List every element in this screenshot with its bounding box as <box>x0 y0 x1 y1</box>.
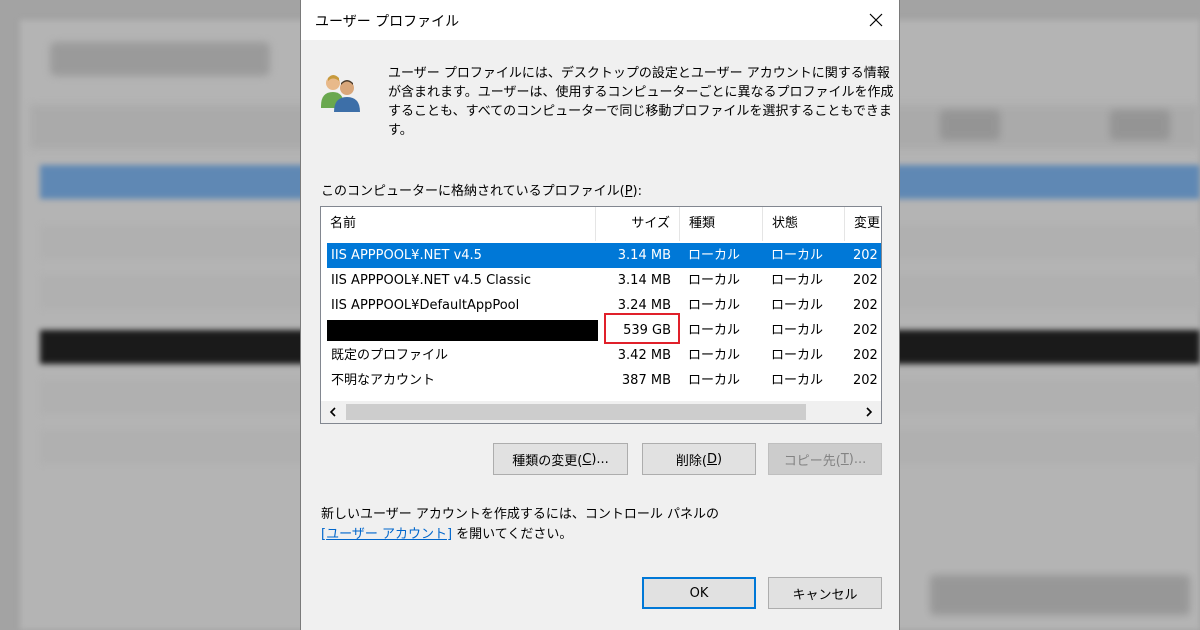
row-modified: 202 <box>853 298 878 313</box>
cancel-button[interactable]: キャンセル <box>768 577 882 609</box>
dialog-title: ユーザー プロファイル <box>315 14 460 30</box>
column-header-name[interactable]: 名前 <box>321 207 596 241</box>
table-row[interactable]: IIS APPPOOL¥.NET v4.5 Classic 3.14 MB ロー… <box>327 268 881 293</box>
change-type-button[interactable]: 種類の変更(C)... <box>493 443 628 475</box>
delete-accesskey: D <box>706 451 717 467</box>
size-highlight-annotation <box>604 313 680 344</box>
row-size: 387 MB <box>621 373 671 388</box>
row-modified: 202 <box>853 373 878 388</box>
profiles-list-label: このコンピューターに格納されているプロファイル(P): <box>321 180 642 199</box>
users-icon <box>321 75 360 112</box>
scroll-left-button[interactable] <box>323 401 343 423</box>
list-label-accesskey: P <box>624 184 633 199</box>
table-row[interactable]: 不明なアカウント 387 MB ローカル ローカル 202 <box>327 368 881 393</box>
background-block <box>930 575 1190 615</box>
column-header-type[interactable]: 種類 <box>680 207 763 241</box>
user-profiles-dialog: ユーザー プロファイル ユーザー プロファイルには、デスクトップの設定とユーザー… <box>300 0 900 630</box>
ok-button[interactable]: OK <box>642 577 756 609</box>
listview-header: 名前 サイズ 種類 状態 変更 <box>321 207 881 241</box>
change-type-accesskey: C <box>582 451 592 467</box>
background-title <box>50 42 270 76</box>
row-status: ローカル <box>771 248 824 263</box>
row-modified: 202 <box>853 248 878 263</box>
scroll-right-button[interactable] <box>859 401 879 423</box>
background-block <box>1110 110 1170 140</box>
copy-to-suffix: )... <box>848 451 867 467</box>
delete-button[interactable]: 削除(D) <box>642 443 756 475</box>
table-row[interactable]: 既定のプロファイル 3.42 MB ローカル ローカル 202 <box>327 343 881 368</box>
row-modified: 202 <box>853 323 878 338</box>
row-status: ローカル <box>771 273 824 288</box>
column-header-size[interactable]: サイズ <box>596 207 680 241</box>
profiles-listview[interactable]: 名前 サイズ 種類 状態 変更 IIS APPPOOL¥.NET v4.5 3.… <box>320 206 882 424</box>
list-label-text: このコンピューターに格納されているプロファイル( <box>321 184 625 199</box>
row-type: ローカル <box>688 248 741 263</box>
chevron-right-icon <box>866 407 873 417</box>
row-type: ローカル <box>688 373 741 388</box>
row-type: ローカル <box>688 273 741 288</box>
horizontal-scrollbar[interactable] <box>321 401 881 423</box>
copy-to-label: コピー先( <box>783 453 841 469</box>
row-modified: 202 <box>853 273 878 288</box>
delete-label: 削除( <box>675 453 707 469</box>
delete-suffix: ) <box>717 451 723 467</box>
row-status: ローカル <box>771 373 824 388</box>
table-row[interactable]: IIS APPPOOL¥.NET v4.5 3.14 MB ローカル ローカル … <box>327 243 881 268</box>
title-bar: ユーザー プロファイル <box>301 0 899 40</box>
column-header-status[interactable]: 状態 <box>763 207 845 241</box>
description-line: することも、すべてのコンピューターで同じ移動プロファイルを選択することもできま <box>388 104 892 119</box>
description: ユーザー プロファイルには、デスクトップの設定とユーザー アカウントに関する情報… <box>388 64 894 140</box>
change-type-label: 種類の変更( <box>512 453 583 469</box>
row-name: IIS APPPOOL¥.NET v4.5 Classic <box>331 273 532 288</box>
user-accounts-link[interactable]: ユーザー アカウント <box>326 527 447 542</box>
background-block <box>940 110 1000 140</box>
row-size: 3.42 MB <box>617 348 671 363</box>
row-status: ローカル <box>771 298 824 313</box>
row-type: ローカル <box>688 298 741 313</box>
description-line: が含まれます。ユーザーは、使用するコンピューターごとに異なるプロファイルを作成 <box>388 85 894 100</box>
description-line: ユーザー プロファイルには、デスクトップの設定とユーザー アカウントに関する情報 <box>388 66 890 81</box>
row-status: ローカル <box>771 348 824 363</box>
footer-line-1: 新しいユーザー アカウントを作成するには、コントロール パネルの <box>321 507 720 522</box>
copy-to-accesskey: T <box>840 451 849 467</box>
description-line: す。 <box>388 123 413 138</box>
copy-to-button[interactable]: コピー先(T)... <box>768 443 882 475</box>
redacted-name <box>327 320 598 341</box>
list-label-suffix: ): <box>632 184 642 199</box>
row-name: 不明なアカウント <box>331 373 436 388</box>
close-button[interactable] <box>853 0 899 40</box>
row-type: ローカル <box>688 348 741 363</box>
footer-instructions: 新しいユーザー アカウントを作成するには、コントロール パネルの [ユーザー ア… <box>321 505 719 545</box>
footer-line-2: [ユーザー アカウント] を開いてください。 <box>321 525 719 545</box>
chevron-left-icon <box>329 407 336 417</box>
row-type: ローカル <box>688 323 741 338</box>
change-type-suffix: )... <box>591 451 609 467</box>
close-icon <box>869 13 883 27</box>
row-status: ローカル <box>771 323 824 338</box>
row-name: 既定のプロファイル <box>331 348 449 363</box>
row-name: IIS APPPOOL¥DefaultAppPool <box>331 298 520 313</box>
scroll-thumb[interactable] <box>346 404 806 420</box>
row-modified: 202 <box>853 348 878 363</box>
row-name: IIS APPPOOL¥.NET v4.5 <box>331 248 482 263</box>
footer-line-2-suffix: を開いてください。 <box>452 527 573 542</box>
row-size: 3.14 MB <box>617 273 671 288</box>
column-header-modified[interactable]: 変更 <box>845 207 881 241</box>
row-size: 3.14 MB <box>617 248 671 263</box>
